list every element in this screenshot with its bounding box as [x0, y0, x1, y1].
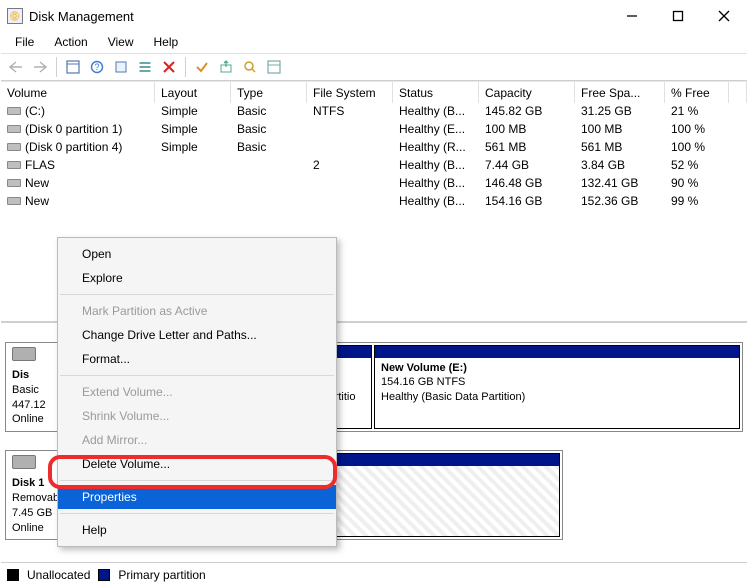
toolbar-separator: [56, 57, 57, 77]
ctx-separator: [60, 294, 334, 295]
ctx-extend-volume: Extend Volume...: [58, 380, 336, 404]
legend-swatch-unallocated: [7, 569, 19, 581]
toolbar: ?: [1, 53, 747, 81]
toolbar-settings-icon[interactable]: [110, 56, 132, 78]
partition-bar: [375, 346, 739, 358]
legend-swatch-primary: [98, 569, 110, 581]
menu-action[interactable]: Action: [44, 33, 97, 51]
volume-icon: [7, 195, 21, 205]
menu-help[interactable]: Help: [144, 33, 189, 51]
disk-name: Dis: [12, 369, 29, 381]
window-title: Disk Management: [29, 9, 609, 24]
ctx-separator: [60, 513, 334, 514]
ctx-properties[interactable]: Properties: [58, 485, 336, 509]
table-row[interactable]: (Disk 0 partition 1) Simple Basic Health…: [1, 121, 747, 139]
menu-file[interactable]: File: [5, 33, 44, 51]
volume-icon: [7, 141, 21, 151]
toolbar-delete-icon[interactable]: [158, 56, 180, 78]
volume-icon: [7, 159, 21, 169]
col-status[interactable]: Status: [393, 82, 479, 103]
toolbar-action2-icon[interactable]: [239, 56, 261, 78]
ctx-mark-active: Mark Partition as Active: [58, 299, 336, 323]
col-filesystem[interactable]: File System: [307, 82, 393, 103]
toolbar-separator: [185, 57, 186, 77]
legend-label: Primary partition: [118, 568, 205, 582]
table-row[interactable]: (C:) Simple Basic NTFS Healthy (B... 145…: [1, 103, 747, 121]
toolbar-properties-icon[interactable]: [263, 56, 285, 78]
toolbar-list-icon[interactable]: [134, 56, 156, 78]
col-empty: [729, 82, 747, 103]
col-layout[interactable]: Layout: [155, 82, 231, 103]
ctx-shrink-volume: Shrink Volume...: [58, 404, 336, 428]
ctx-change-drive-letter[interactable]: Change Drive Letter and Paths...: [58, 323, 336, 347]
col-capacity[interactable]: Capacity: [479, 82, 575, 103]
ctx-help[interactable]: Help: [58, 518, 336, 542]
menu-bar: File Action View Help: [1, 31, 747, 53]
maximize-button[interactable]: [655, 1, 701, 31]
toolbar-refresh-icon[interactable]: [62, 56, 84, 78]
col-freespace[interactable]: Free Spa...: [575, 82, 665, 103]
table-row[interactable]: FLAS 2 Healthy (B... 7.44 GB 3.84 GB 52 …: [1, 157, 747, 175]
app-icon: 📀: [7, 8, 23, 24]
ctx-open[interactable]: Open: [58, 242, 336, 266]
legend-label: Unallocated: [27, 568, 90, 582]
disk-management-window: 📀 Disk Management File Action View Help …: [0, 0, 748, 587]
disk-icon: [12, 455, 36, 469]
toolbar-help-icon[interactable]: ?: [86, 56, 108, 78]
table-row[interactable]: New Healthy (B... 146.48 GB 132.41 GB 90…: [1, 175, 747, 193]
ctx-separator: [60, 480, 334, 481]
table-row[interactable]: New Healthy (B... 154.16 GB 152.36 GB 99…: [1, 193, 747, 211]
volume-icon: [7, 177, 21, 187]
title-bar: 📀 Disk Management: [1, 1, 747, 31]
volume-list-header: Volume Layout Type File System Status Ca…: [1, 81, 747, 103]
legend: Unallocated Primary partition: [1, 562, 747, 586]
menu-view[interactable]: View: [98, 33, 144, 51]
forward-button: [29, 56, 51, 78]
disk-icon: [12, 347, 36, 361]
ctx-add-mirror: Add Mirror...: [58, 428, 336, 452]
table-row[interactable]: (Disk 0 partition 4) Simple Basic Health…: [1, 139, 747, 157]
col-pctfree[interactable]: % Free: [665, 82, 729, 103]
volume-icon: [7, 123, 21, 133]
minimize-button[interactable]: [609, 1, 655, 31]
disk-name: Disk 1: [12, 477, 44, 489]
volume-icon: [7, 105, 21, 115]
ctx-explore[interactable]: Explore: [58, 266, 336, 290]
partition[interactable]: New Volume (E:)154.16 GB NTFSHealthy (Ba…: [374, 345, 740, 429]
back-button: [5, 56, 27, 78]
svg-text:?: ?: [94, 62, 99, 72]
toolbar-check-icon[interactable]: [191, 56, 213, 78]
col-type[interactable]: Type: [231, 82, 307, 103]
ctx-format[interactable]: Format...: [58, 347, 336, 371]
ctx-delete-volume[interactable]: Delete Volume...: [58, 452, 336, 476]
close-button[interactable]: [701, 1, 747, 31]
ctx-separator: [60, 375, 334, 376]
toolbar-action1-icon[interactable]: [215, 56, 237, 78]
col-volume[interactable]: Volume: [1, 82, 155, 103]
context-menu: Open Explore Mark Partition as Active Ch…: [57, 237, 337, 547]
